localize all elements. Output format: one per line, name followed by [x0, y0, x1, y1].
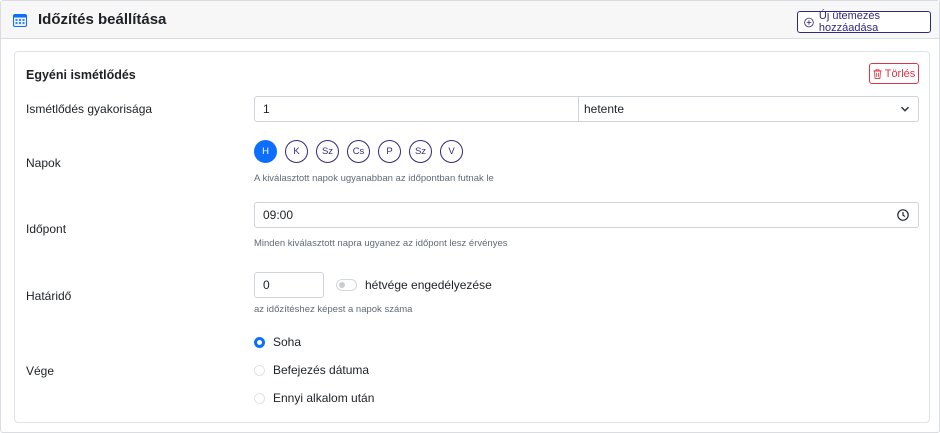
radio-label: Soha — [273, 335, 302, 349]
time-hint: Minden kiválasztott napra ugyanez az idő… — [254, 238, 508, 249]
end-label: Vége — [26, 364, 55, 378]
trash-icon — [873, 68, 882, 79]
days-label: Napok — [26, 156, 61, 170]
delete-button[interactable]: Törlés — [869, 63, 919, 84]
calendar-icon — [13, 14, 27, 27]
schedule-panel: Időzítés beállítása Új ütemezés hozzáadá… — [0, 0, 940, 433]
day-button[interactable]: Cs — [347, 140, 370, 163]
day-button[interactable]: V — [440, 140, 463, 163]
add-schedule-button[interactable]: Új ütemezés hozzáadása — [797, 10, 931, 34]
time-value: 09:00 — [263, 208, 294, 222]
clock-icon[interactable] — [897, 209, 909, 221]
days-hint: A kiválasztott napok ugyanabban az időpo… — [254, 173, 494, 184]
panel-header: Időzítés beállítása Új ütemezés hozzáadá… — [1, 1, 939, 39]
time-input[interactable]: 09:00 — [254, 202, 919, 228]
frequency-input[interactable] — [254, 96, 579, 122]
toggle-knob — [339, 282, 345, 288]
plus-circle-icon — [804, 17, 814, 27]
page-title: Időzítés beállítása — [38, 11, 167, 28]
deadline-input[interactable] — [254, 272, 324, 298]
recurrence-card: Egyéni ismétlődés Törlés Ismétlődés gyak… — [14, 51, 930, 423]
radio-button[interactable] — [254, 392, 265, 404]
day-button[interactable]: P — [378, 140, 401, 163]
radio-label: Ennyi alkalom után — [273, 391, 375, 405]
end-option-date[interactable]: Befejezés dátuma — [254, 363, 369, 377]
add-schedule-label: Új ütemezés hozzáadása — [818, 10, 881, 34]
frequency-unit-value: hetente — [584, 102, 625, 116]
day-picker: H K Sz Cs P Sz V — [254, 140, 463, 163]
deadline-hint: az időzítéshez képest a napok száma — [254, 304, 413, 315]
card-title: Egyéni ismétlődés — [26, 68, 136, 82]
end-option-count[interactable]: Ennyi alkalom után — [254, 391, 374, 405]
day-button[interactable]: H — [254, 140, 277, 163]
radio-button[interactable] — [254, 336, 265, 348]
deadline-label: Határidő — [26, 289, 72, 303]
frequency-label: Ismétlődés gyakorisága — [26, 102, 153, 116]
delete-label: Törlés — [884, 67, 916, 80]
frequency-unit-select[interactable]: hetente — [578, 96, 919, 122]
time-label: Időpont — [26, 222, 67, 236]
weekend-toggle-label: hétvége engedélyezése — [365, 278, 492, 292]
day-button[interactable]: Sz — [409, 140, 432, 163]
end-option-never[interactable]: Soha — [254, 335, 301, 349]
weekend-toggle[interactable] — [336, 279, 357, 291]
chevron-down-icon — [900, 106, 910, 112]
day-button[interactable]: Sz — [316, 140, 339, 163]
day-button[interactable]: K — [285, 140, 308, 163]
radio-button[interactable] — [254, 364, 265, 376]
radio-label: Befejezés dátuma — [273, 363, 370, 377]
